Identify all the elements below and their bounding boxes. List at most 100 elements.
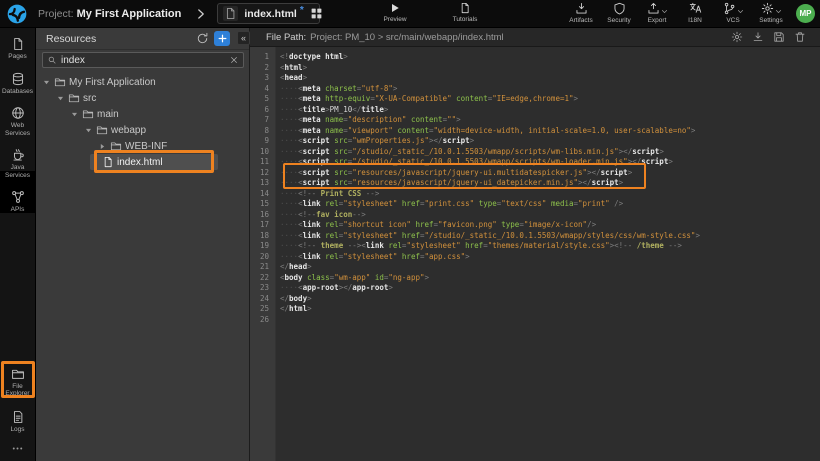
- code-line-24[interactable]: </body>: [280, 294, 820, 305]
- caret-down-icon[interactable]: [70, 110, 79, 119]
- project-name: My First Application: [77, 8, 182, 20]
- project-label: Project:: [38, 8, 74, 20]
- line-number: 24: [250, 294, 269, 305]
- folder-icon: [82, 108, 94, 120]
- tutorials-doc-icon: [459, 2, 471, 14]
- topbar-actions: ArtifactsSecurityExportI18NVCSSettings: [564, 2, 788, 24]
- databases-icon: [11, 72, 25, 86]
- add-resource-button[interactable]: [214, 31, 230, 46]
- resource-search: [42, 52, 244, 68]
- code-line-2[interactable]: <html>: [280, 63, 820, 74]
- ellipsis-icon: [11, 442, 24, 455]
- apis-icon: [11, 190, 25, 204]
- play-icon: [389, 2, 401, 14]
- wavemaker-logo-icon[interactable]: [6, 3, 28, 25]
- line-number: 17: [250, 220, 269, 231]
- tree-item-index-html[interactable]: index.html: [36, 154, 250, 170]
- collapse-panel-button[interactable]: «: [237, 31, 250, 45]
- tab-index-html[interactable]: index.html *: [217, 3, 320, 24]
- caret-down-icon[interactable]: [56, 94, 65, 103]
- line-number: 7: [250, 115, 269, 126]
- code-line-5[interactable]: ····<meta http-equiv="X-UA-Compatible" c…: [280, 94, 820, 105]
- code-line-8[interactable]: ····<meta name="viewport" content="width…: [280, 126, 820, 137]
- refresh-icon[interactable]: [196, 32, 209, 45]
- sidebar-item-web-services[interactable]: Web Services: [0, 103, 35, 140]
- line-number: 20: [250, 252, 269, 263]
- tree-item-web-inf[interactable]: WEB-INF: [36, 138, 250, 154]
- topbar-action-vcs[interactable]: VCS: [716, 2, 750, 24]
- code-line-19[interactable]: ····<!-- theme --><link rel="stylesheet"…: [280, 241, 820, 252]
- code-line-13[interactable]: ····<script src="resources/javascript/jq…: [280, 178, 820, 189]
- code-line-1[interactable]: <!doctype html>: [280, 52, 820, 63]
- delete-file-icon[interactable]: [794, 31, 806, 43]
- code-line-4[interactable]: ····<meta charset="utf-8">: [280, 84, 820, 95]
- code-line-6[interactable]: ····<title>PM_10</title>: [280, 105, 820, 116]
- folder-icon: [54, 76, 66, 88]
- code-line-10[interactable]: ····<script src="/studio/_static_/10.0.1…: [280, 147, 820, 158]
- code-line-22[interactable]: <body class="wm-app" id="ng-app">: [280, 273, 820, 284]
- code-line-25[interactable]: </html>: [280, 304, 820, 315]
- folder-icon: [96, 124, 108, 136]
- folder-icon: [68, 92, 80, 104]
- topbar-action-security[interactable]: Security: [602, 2, 636, 24]
- download-file-icon[interactable]: [752, 31, 764, 43]
- line-number: 14: [250, 189, 269, 200]
- code-line-9[interactable]: ····<script src="wmProperties.js"></scri…: [280, 136, 820, 147]
- line-number: 6: [250, 105, 269, 116]
- topbar-action-artifacts[interactable]: Artifacts: [564, 2, 598, 24]
- i18n-icon: [689, 2, 702, 15]
- code-line-15[interactable]: ····<link rel="stylesheet" href="print.c…: [280, 199, 820, 210]
- unsaved-marker: *: [300, 5, 304, 16]
- topbar-action-i18n[interactable]: I18N: [678, 2, 712, 24]
- tree-item-main[interactable]: main: [36, 106, 250, 122]
- line-number: 8: [250, 126, 269, 137]
- line-number: 26: [250, 315, 269, 326]
- tree-item-my-first-application[interactable]: My First Application: [36, 74, 250, 90]
- resources-title: Resources: [46, 33, 96, 45]
- search-input[interactable]: [61, 55, 225, 66]
- topbar-action-settings[interactable]: Settings: [754, 2, 788, 24]
- save-file-icon[interactable]: [773, 31, 785, 43]
- user-avatar[interactable]: MP: [796, 4, 815, 23]
- caret-down-icon[interactable]: [42, 78, 51, 87]
- code-line-11[interactable]: ····<script src="/studio/_static_/10.0.1…: [280, 157, 820, 168]
- code-line-7[interactable]: ····<meta name="description" content="">: [280, 115, 820, 126]
- code-line-21[interactable]: </head>: [280, 262, 820, 273]
- sidebar-item-databases[interactable]: Databases: [0, 69, 35, 99]
- code-line-23[interactable]: ····<app-root></app-root>: [280, 283, 820, 294]
- code-line-26[interactable]: [280, 315, 820, 326]
- code-line-12[interactable]: ····<script src="resources/javascript/jq…: [280, 168, 820, 179]
- vcs-icon: [723, 2, 736, 15]
- sidebar-top-group: Pages Databases Web Services Java Services A…: [0, 34, 35, 217]
- clear-search-icon[interactable]: [229, 55, 239, 65]
- code-line-16[interactable]: ····<!--fav icon-->: [280, 210, 820, 221]
- tree-item-webapp[interactable]: webapp: [36, 122, 250, 138]
- code-area[interactable]: 1234567891011121314151617181920212223242…: [250, 47, 820, 461]
- editor-settings-gear-icon[interactable]: [731, 31, 743, 43]
- code-line-14[interactable]: ····<!-- Print CSS -->: [280, 189, 820, 200]
- code-line-20[interactable]: ····<link rel="stylesheet" href="app.css…: [280, 252, 820, 263]
- code-line-17[interactable]: ····<link rel="shortcut icon" href="favi…: [280, 220, 820, 231]
- tree-item-src[interactable]: src: [36, 90, 250, 106]
- sidebar-item-logs[interactable]: Logs: [0, 407, 35, 437]
- preview-button[interactable]: Preview: [372, 2, 418, 23]
- sidebar-item-file-explorer[interactable]: File Explorer: [0, 364, 35, 401]
- line-number: 21: [250, 262, 269, 273]
- code-line-3[interactable]: <head>: [280, 73, 820, 84]
- sidebar-item-pages[interactable]: Pages: [0, 34, 35, 64]
- editor-actions: [731, 31, 806, 43]
- grid-icon[interactable]: [310, 7, 323, 20]
- top-bar: Project: My First Application index.html…: [0, 0, 820, 28]
- tutorials-button[interactable]: Tutorials: [442, 2, 488, 23]
- caret-down-icon[interactable]: [84, 126, 93, 135]
- sidebar-item-apis[interactable]: APIs: [0, 187, 35, 217]
- code-line-18[interactable]: ····<link rel="stylesheet" href="/studio…: [280, 231, 820, 242]
- plus-icon: [217, 33, 228, 44]
- topbar-action-export[interactable]: Export: [640, 2, 674, 24]
- line-number: 25: [250, 304, 269, 315]
- sidebar-more-button[interactable]: [0, 442, 35, 455]
- sidebar-item-java-services[interactable]: Java Services: [0, 145, 35, 182]
- line-numbers: 1234567891011121314151617181920212223242…: [250, 47, 276, 461]
- security-icon: [613, 2, 626, 15]
- caret-right-icon[interactable]: [98, 142, 107, 151]
